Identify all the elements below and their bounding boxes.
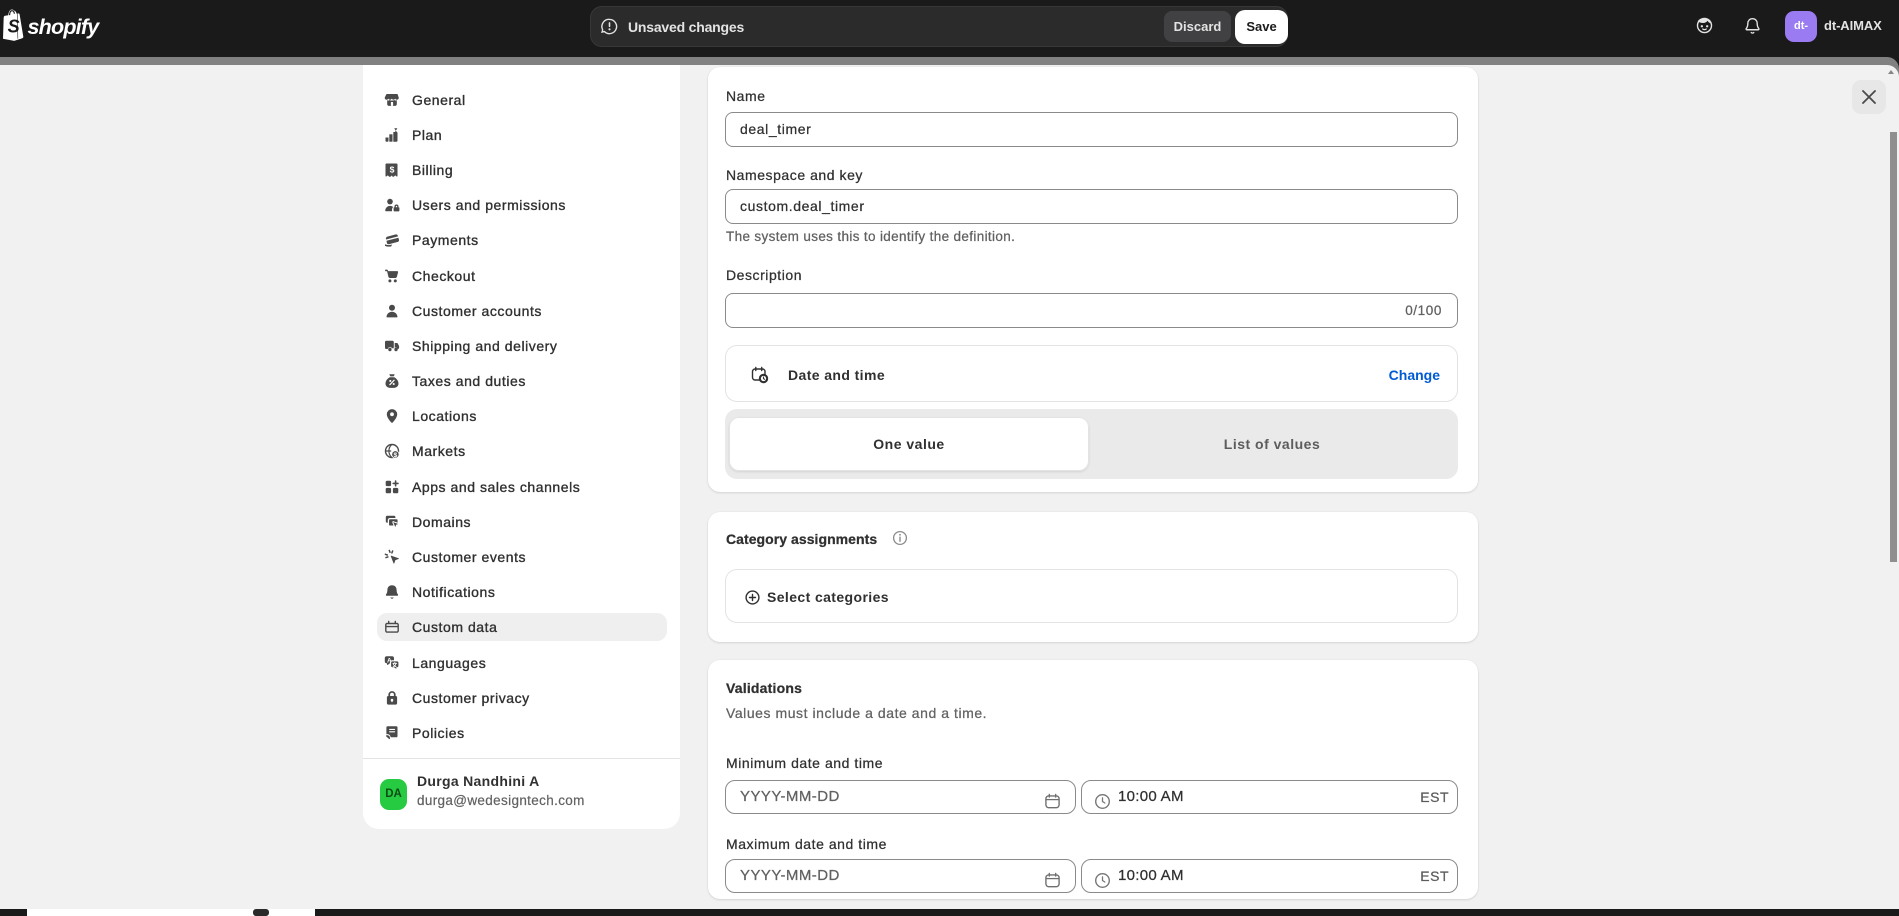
svg-text:S: S [8, 17, 20, 37]
svg-text:shopify: shopify [28, 15, 101, 39]
svg-text:$: $ [390, 164, 395, 174]
svg-text:$: $ [394, 452, 398, 459]
